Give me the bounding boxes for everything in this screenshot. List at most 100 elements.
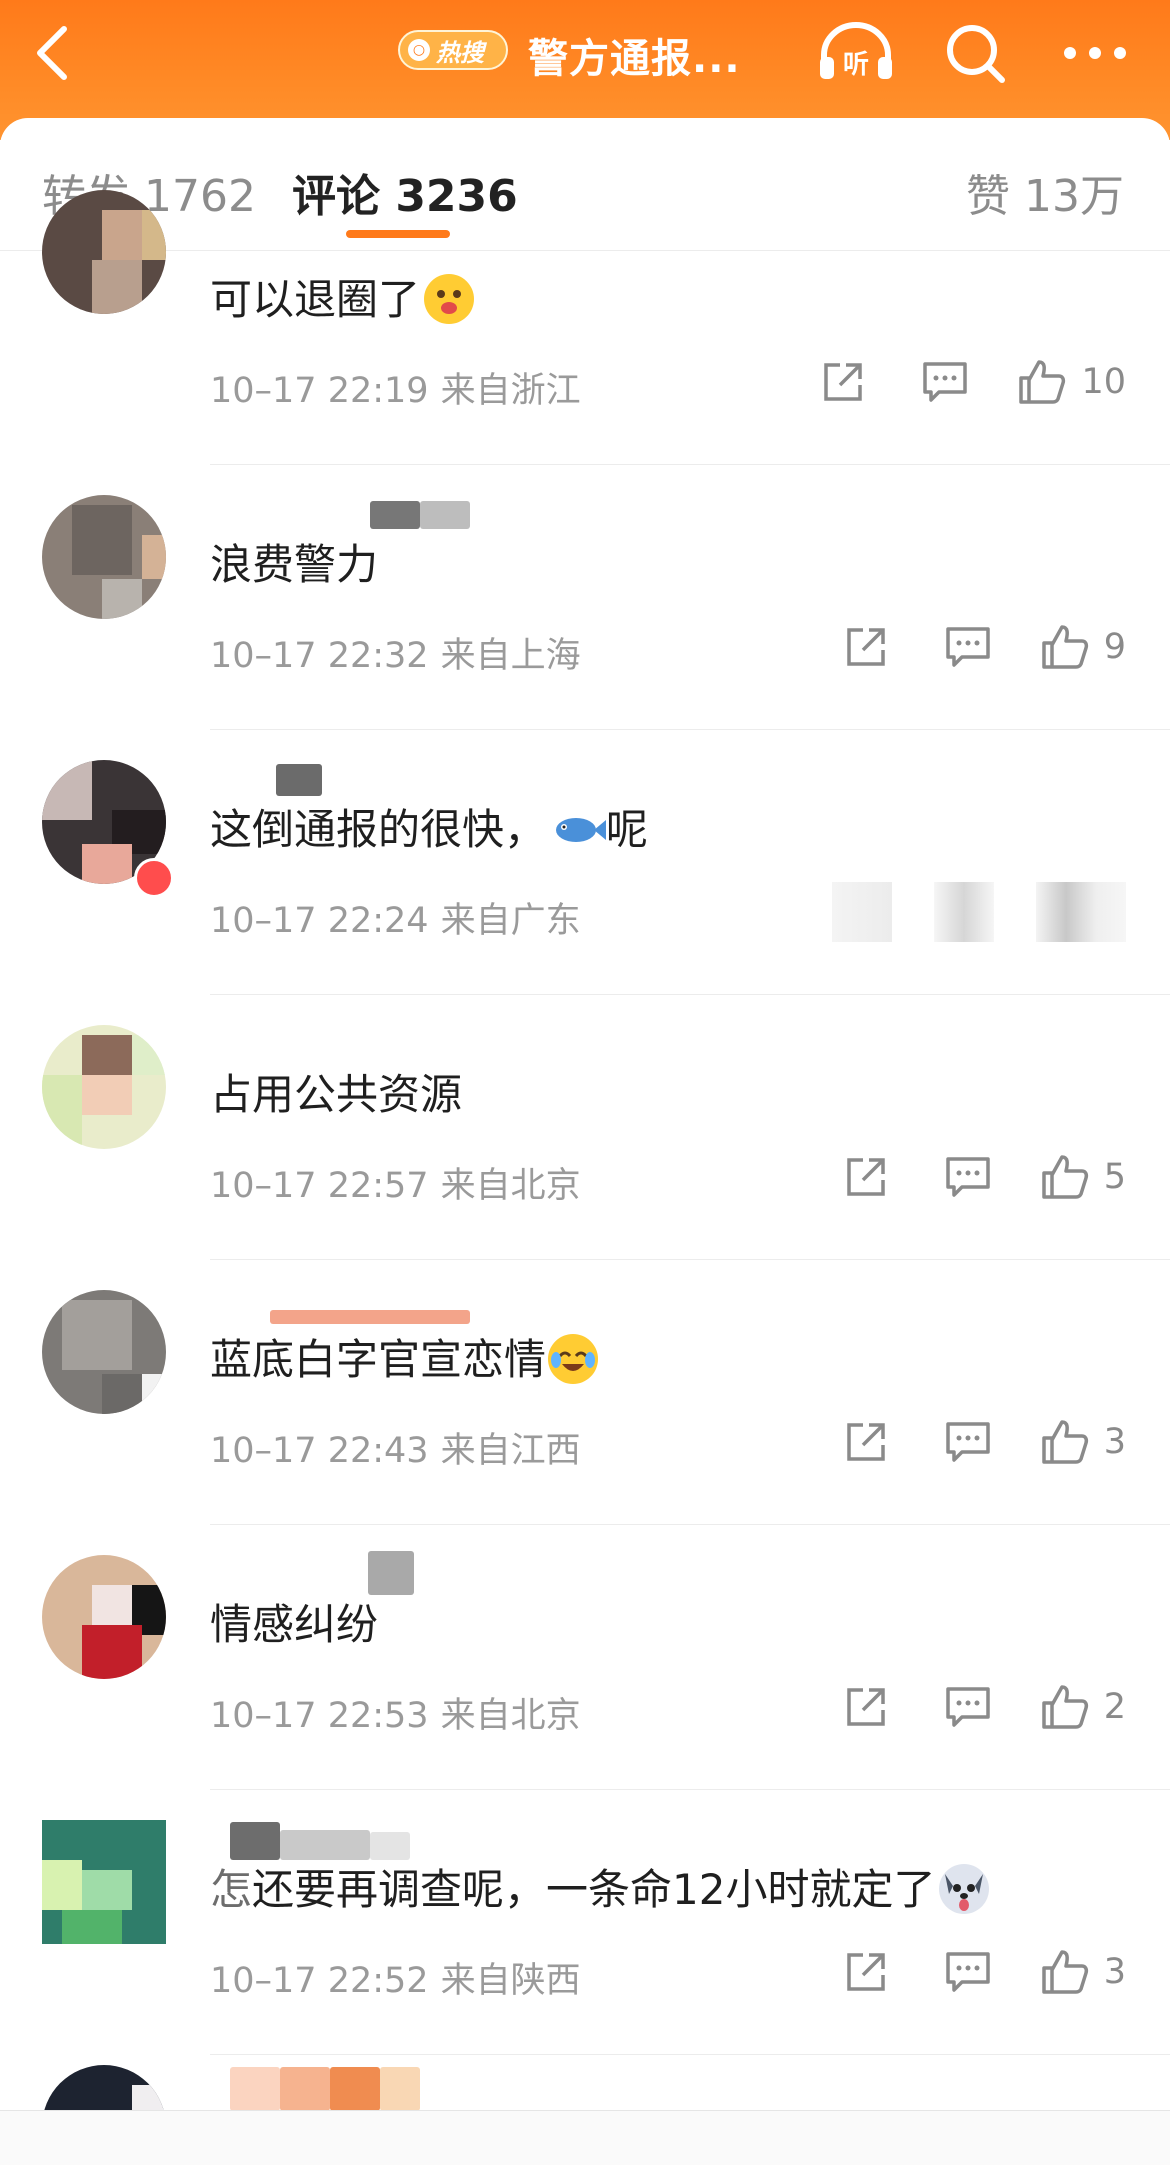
like-button[interactable]: 3 — [1040, 1410, 1126, 1474]
tongue-emoji-icon — [424, 274, 475, 324]
comment-time: 10–17 22:53 — [210, 1696, 429, 1736]
share-icon — [846, 1953, 885, 1991]
comment-actions: 2 — [836, 1675, 1126, 1739]
bottom-toolbar — [0, 2110, 1170, 2165]
share-icon — [846, 1158, 885, 1196]
thumbs-up-icon — [1019, 360, 1066, 404]
comment-location: 来自广东 — [440, 901, 581, 941]
comment-actions: 3 — [836, 1410, 1126, 1474]
fish-emoji-icon — [550, 804, 607, 854]
comment-location: 来自上海 — [440, 636, 581, 676]
avatar[interactable] — [42, 2065, 166, 2115]
comment-time: 10–17 22:32 — [210, 636, 429, 676]
username-redacted[interactable] — [210, 1290, 490, 1326]
like-button[interactable]: 9 — [1040, 615, 1126, 679]
search-icon — [947, 25, 1005, 83]
comment-item[interactable]: 占用公共资源 10–17 22:57 来自北京 5 — [0, 995, 1170, 1260]
thumbs-up-icon — [1041, 1950, 1088, 1994]
comment-text: 占用公共资源 — [210, 1070, 463, 1119]
username-redacted[interactable] — [210, 2065, 490, 2111]
comment-text: 怎还要再调查呢，一条命12小时就定了 — [210, 1856, 990, 1917]
comment-time: 10–17 22:24 — [210, 901, 429, 941]
reply-button[interactable] — [938, 1145, 998, 1209]
share-icon — [846, 1688, 885, 1726]
comment-bubble-icon — [945, 1687, 990, 1727]
avatar[interactable] — [42, 1025, 166, 1149]
comment-item[interactable]: 怎还要再调查呢，一条命12小时就定了 10–17 22:52 来自陕西 3 — [0, 1790, 1170, 2055]
page-title: 警方通报... — [528, 36, 741, 82]
avatar[interactable] — [42, 1820, 166, 1944]
avatar[interactable] — [42, 190, 166, 314]
svg-text:听: 听 — [843, 50, 869, 80]
share-button[interactable] — [836, 1940, 896, 2004]
comment-item[interactable]: 这倒通报的很快， 呢 10–17 22:24 来自广东 — [0, 730, 1170, 995]
comment-text: 情感纠纷 — [210, 1600, 379, 1649]
like-button[interactable]: 5 — [1040, 1145, 1126, 1209]
avatar[interactable] — [42, 495, 166, 619]
reply-button[interactable] — [938, 1675, 998, 1739]
username-redacted[interactable] — [210, 1820, 490, 1860]
share-icon — [846, 628, 885, 666]
comment-item[interactable]: 浪费警力 10–17 22:32 来自上海 9 — [0, 465, 1170, 730]
like-button[interactable]: 3 — [1040, 1940, 1126, 2004]
headphones-icon: 听 — [820, 22, 892, 80]
comment-text: 可以退圈了 — [210, 266, 475, 327]
thumbs-up-icon — [1041, 1420, 1088, 1464]
share-button[interactable] — [836, 615, 896, 679]
share-button[interactable] — [836, 1675, 896, 1739]
comment-location: 来自北京 — [440, 1166, 581, 1206]
thumbs-up-icon — [1041, 1155, 1088, 1199]
husky-emoji-icon — [939, 1864, 990, 1914]
reply-button[interactable] — [938, 615, 998, 679]
comment-meta: 10–17 22:52 来自陕西 — [210, 1952, 581, 2003]
comment-actions: 10 — [813, 350, 1126, 414]
search-button[interactable] — [940, 18, 1010, 88]
comment-meta: 10–17 22:19 来自浙江 — [210, 362, 581, 413]
username-redacted[interactable] — [210, 1551, 490, 1595]
comment-bubble-icon — [945, 1952, 990, 1992]
like-button[interactable]: 2 — [1040, 1675, 1126, 1739]
laugh-cry-emoji-icon — [548, 1334, 599, 1384]
hot-search-badge[interactable]: ○ 热搜 — [398, 30, 508, 70]
username-redacted[interactable] — [210, 760, 490, 796]
reply-button[interactable] — [938, 1410, 998, 1474]
like-count: 2 — [1103, 1687, 1126, 1727]
avatar[interactable] — [42, 1290, 166, 1414]
like-count: 3 — [1103, 1422, 1126, 1462]
comment-item[interactable] — [0, 2055, 1170, 2115]
listen-button[interactable]: 听 — [812, 18, 900, 88]
comment-meta: 10–17 22:24 来自广东 — [210, 892, 581, 943]
like-count: 10 — [1081, 362, 1126, 402]
comment-bubble-icon — [945, 1157, 990, 1197]
more-button[interactable] — [1055, 18, 1135, 88]
share-button[interactable] — [836, 1410, 896, 1474]
like-count: 5 — [1103, 1157, 1126, 1197]
comment-item[interactable]: 可以退圈了 10–17 22:19 来自浙江 10 — [0, 190, 1170, 465]
comment-text: 浪费警力 — [210, 540, 379, 589]
comment-location: 来自浙江 — [440, 371, 581, 411]
avatar[interactable] — [42, 1555, 166, 1679]
share-button[interactable] — [813, 350, 873, 414]
verified-badge — [134, 858, 174, 898]
comment-item[interactable]: 情感纠纷 10–17 22:53 来自北京 2 — [0, 1525, 1170, 1790]
like-button[interactable]: 10 — [1017, 350, 1126, 414]
comment-bubble-icon — [923, 362, 968, 402]
chevron-left-icon — [37, 26, 67, 80]
comment-text: 这倒通报的很快， 呢 — [210, 804, 649, 854]
share-icon — [846, 1423, 885, 1461]
reply-button[interactable] — [915, 350, 975, 414]
reply-button[interactable] — [938, 1940, 998, 2004]
thumbs-up-icon — [1041, 1685, 1088, 1729]
comment-time: 10–17 22:43 — [210, 1431, 429, 1471]
comment-location: 来自陕西 — [440, 1961, 581, 2001]
username-redacted[interactable] — [210, 495, 490, 531]
back-button[interactable] — [22, 18, 82, 88]
comment-item[interactable]: 蓝底白字官宣恋情 10–17 22:43 来自江西 3 — [0, 1260, 1170, 1525]
comment-time: 10–17 22:52 — [210, 1961, 429, 2001]
comment-actions: 5 — [836, 1145, 1126, 1209]
share-button[interactable] — [836, 1145, 896, 1209]
hot-search-label: 热搜 — [436, 38, 484, 67]
comment-meta: 10–17 22:43 来自江西 — [210, 1422, 581, 1473]
comment-text: 蓝底白字官宣恋情 — [210, 1326, 599, 1387]
comment-time: 10–17 22:19 — [210, 371, 429, 411]
